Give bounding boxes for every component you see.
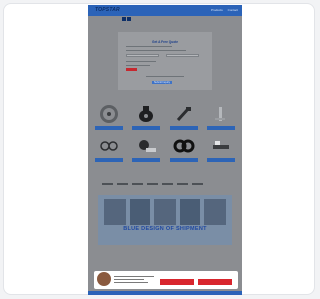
valve-icon [207,135,235,157]
nav-item-contact[interactable]: Contact [228,8,238,12]
chat-contact-button[interactable] [198,279,232,285]
nav-item-products[interactable]: Products [211,8,223,12]
product-tile[interactable] [170,103,198,130]
brand-logo [147,182,158,185]
avatar [97,272,111,286]
brand-logo [132,182,143,185]
brand-logo [117,182,128,185]
product-tile[interactable] [132,135,160,162]
cable-icon [132,135,160,157]
bearing-icon [132,103,160,125]
bottom-bar [88,291,242,295]
name-field[interactable] [126,54,159,57]
chat-reply-button[interactable] [160,279,194,285]
search-icon[interactable] [122,17,126,21]
banner-photo [154,199,176,225]
top-navigation-bar: TOPSTAR Products Contact [88,5,242,21]
banner-photo [130,199,150,225]
product-tile[interactable] [95,135,123,162]
menu-icon[interactable] [127,17,131,21]
header-nav: Products Contact [207,8,238,12]
form-title: Get A Free Quote [152,40,178,44]
quote-form: Get A Free Quote Submit Inquiry [118,32,212,90]
tool-icon [170,103,198,125]
pipe-icon [207,103,235,125]
product-label [132,126,160,130]
chat-message [114,276,154,285]
form-text-line [126,61,156,62]
banner-photo [104,199,126,225]
disc-icon [95,103,123,125]
ring-icon [170,135,198,157]
submit-button[interactable] [126,68,137,71]
fitting-icon [95,135,123,157]
form-text-line [126,46,172,47]
form-text-line [126,65,150,66]
brand-logo [177,182,188,185]
product-label [207,126,235,130]
brand-logo [102,182,113,185]
product-tile[interactable] [207,135,235,162]
product-label [132,158,160,162]
product-label [170,126,198,130]
header-icons [122,8,134,21]
banner-caption: BLUE DESIGN OF SHIPMENT [123,226,207,232]
product-tile[interactable] [132,103,160,130]
email-field[interactable] [166,54,199,57]
site-logo[interactable]: TOPSTAR [95,7,120,14]
product-tile[interactable] [170,135,198,162]
product-tile[interactable] [207,103,235,130]
inquiry-link[interactable]: Submit Inquiry [152,81,172,84]
banner-photo [180,199,200,225]
chat-widget[interactable] [94,271,238,289]
brand-logo-strip [102,175,228,185]
brand-logo [162,182,173,185]
product-label [170,158,198,162]
product-label [207,158,235,162]
product-label [95,126,123,130]
form-text-line [146,76,184,77]
banner-photo [204,199,226,225]
form-text-line [126,50,186,51]
mobile-page-preview: TOPSTAR Products Contact Get A Free Quot… [88,5,242,295]
brand-logo [192,182,203,185]
product-tile[interactable] [95,103,123,130]
promo-banner[interactable]: BLUE DESIGN OF SHIPMENT [98,195,232,245]
product-label [95,158,123,162]
